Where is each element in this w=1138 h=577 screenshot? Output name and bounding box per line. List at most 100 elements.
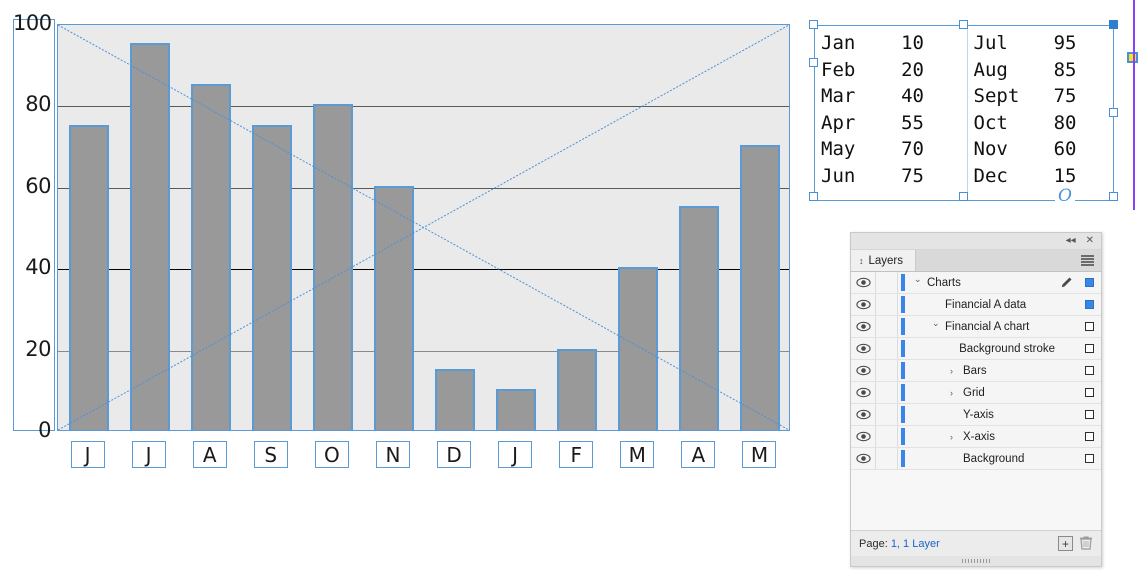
eye-icon[interactable] bbox=[851, 316, 876, 337]
x-axis-label-box[interactable]: F bbox=[559, 441, 594, 468]
bar[interactable] bbox=[190, 84, 231, 430]
layer-row[interactable]: ⌄ Charts bbox=[851, 272, 1101, 294]
x-axis-label-box[interactable]: J bbox=[70, 441, 105, 468]
layer-name-cell[interactable]: ⌄ Financial A chart bbox=[908, 321, 1055, 333]
layer-target-toggle[interactable] bbox=[1077, 278, 1101, 287]
handle-bottom-left[interactable] bbox=[809, 192, 818, 201]
layer-row[interactable]: Background bbox=[851, 448, 1101, 470]
bar[interactable] bbox=[312, 104, 353, 430]
layer-target-toggle[interactable] bbox=[1077, 454, 1101, 463]
layer-name-cell[interactable]: Background stroke bbox=[908, 343, 1055, 355]
layer-row[interactable]: ⌄ Financial A chart bbox=[851, 316, 1101, 338]
layer-row[interactable]: Financial A data bbox=[851, 294, 1101, 316]
layer-row[interactable]: Background stroke bbox=[851, 338, 1101, 360]
layer-target-toggle[interactable] bbox=[1077, 344, 1101, 353]
lock-toggle-cell[interactable] bbox=[876, 316, 898, 337]
layer-target-toggle[interactable] bbox=[1077, 300, 1101, 309]
chevron-right-icon[interactable]: › bbox=[950, 388, 959, 398]
text-outport-icon[interactable]: O bbox=[1055, 186, 1075, 206]
trash-icon-svg bbox=[1080, 535, 1092, 550]
x-axis-labels-group[interactable]: JJASONDJFMAM bbox=[57, 441, 790, 471]
bar[interactable] bbox=[251, 124, 292, 430]
lock-toggle-cell[interactable] bbox=[876, 294, 898, 315]
bar[interactable] bbox=[618, 267, 659, 430]
layer-target-toggle[interactable] bbox=[1077, 366, 1101, 375]
eye-icon[interactable] bbox=[851, 426, 876, 447]
eye-icon[interactable] bbox=[851, 360, 876, 381]
chevron-down-icon[interactable]: ⌄ bbox=[932, 321, 941, 330]
layer-name-cell[interactable]: › X-axis bbox=[908, 431, 1055, 443]
layer-name-cell[interactable]: ⌄ Charts bbox=[908, 277, 1055, 289]
tab-layers[interactable]: ↕ Layers bbox=[851, 250, 917, 271]
x-axis-label-box[interactable]: J bbox=[131, 441, 166, 468]
eye-icon[interactable] bbox=[851, 294, 876, 315]
x-axis-label-box[interactable]: N bbox=[375, 441, 410, 468]
chart-plot-area[interactable] bbox=[57, 24, 790, 431]
collapse-panel-icon[interactable]: ◂◂ bbox=[1066, 236, 1076, 246]
chevron-right-icon[interactable]: › bbox=[950, 432, 959, 442]
x-axis-label-box[interactable]: A bbox=[681, 441, 716, 468]
layers-panel[interactable]: ◂◂ ✕ ↕ Layers ⌄ Charts Financial A data ⌄ Fi… bbox=[850, 232, 1102, 567]
panel-menu-icon[interactable] bbox=[1081, 255, 1094, 266]
layer-target-toggle[interactable] bbox=[1077, 322, 1101, 331]
lock-toggle-cell[interactable] bbox=[876, 360, 898, 381]
eye-icon[interactable] bbox=[851, 448, 876, 469]
x-axis-label-box[interactable]: D bbox=[437, 441, 472, 468]
layer-name-label: Charts bbox=[927, 276, 961, 289]
bar[interactable] bbox=[373, 185, 414, 430]
handle-bottom-right[interactable] bbox=[1109, 192, 1118, 201]
layer-row[interactable]: Y-axis bbox=[851, 404, 1101, 426]
layer-row[interactable]: › Grid bbox=[851, 382, 1101, 404]
handle-top-left[interactable] bbox=[809, 20, 818, 29]
layer-target-toggle[interactable] bbox=[1077, 388, 1101, 397]
eye-icon[interactable] bbox=[851, 382, 876, 403]
x-axis-label-box[interactable]: J bbox=[498, 441, 533, 468]
handle-bottom-center[interactable] bbox=[959, 192, 968, 201]
bar[interactable] bbox=[557, 348, 598, 430]
eye-icon[interactable] bbox=[851, 272, 876, 293]
close-panel-icon[interactable]: ✕ bbox=[1086, 236, 1094, 246]
lock-toggle-cell[interactable] bbox=[876, 404, 898, 425]
target-indicator bbox=[1084, 344, 1094, 353]
handle-middle-right[interactable] bbox=[1109, 108, 1118, 117]
layer-name-cell[interactable]: Background bbox=[908, 453, 1055, 465]
lock-toggle-cell[interactable] bbox=[876, 272, 898, 293]
trash-icon[interactable] bbox=[1079, 535, 1093, 553]
eye-icon[interactable] bbox=[851, 404, 876, 425]
bar[interactable] bbox=[68, 124, 109, 430]
x-axis-label-box[interactable]: O bbox=[314, 441, 349, 468]
x-axis-label-box[interactable]: M bbox=[620, 441, 655, 468]
layer-name-cell[interactable]: Financial A data bbox=[908, 299, 1055, 311]
chevron-right-icon[interactable]: › bbox=[950, 366, 959, 376]
bar[interactable] bbox=[496, 389, 537, 430]
handle-top-center[interactable] bbox=[959, 20, 968, 29]
layer-target-toggle[interactable] bbox=[1077, 410, 1101, 419]
layer-row[interactable]: › Bars bbox=[851, 360, 1101, 382]
panel-resize-grip[interactable] bbox=[851, 556, 1101, 566]
bar[interactable] bbox=[435, 368, 476, 430]
handle-top-right[interactable] bbox=[1109, 20, 1118, 29]
x-axis-label-box[interactable]: A bbox=[192, 441, 227, 468]
lock-toggle-cell[interactable] bbox=[876, 382, 898, 403]
pencil-icon[interactable] bbox=[1055, 276, 1077, 289]
bar[interactable] bbox=[740, 145, 781, 430]
bar[interactable] bbox=[679, 206, 720, 430]
layer-target-toggle[interactable] bbox=[1077, 432, 1101, 441]
lock-toggle-cell[interactable] bbox=[876, 448, 898, 469]
lock-toggle-cell[interactable] bbox=[876, 338, 898, 359]
financial-data-text-frame[interactable]: Jan 10 Feb 20 Mar 40 Apr 55 May 70 Jun 75 Jul… bbox=[814, 25, 1114, 201]
handle-inport[interactable] bbox=[809, 58, 818, 67]
x-axis-label-box[interactable]: M bbox=[742, 441, 777, 468]
lock-toggle-cell[interactable] bbox=[876, 426, 898, 447]
layer-name-cell[interactable]: › Grid bbox=[908, 387, 1055, 399]
layer-color-swatch bbox=[901, 340, 905, 357]
chevron-down-icon[interactable]: ⌄ bbox=[914, 277, 923, 286]
layer-name-cell[interactable]: Y-axis bbox=[908, 409, 1055, 421]
eye-icon[interactable] bbox=[851, 338, 876, 359]
x-axis-label-box[interactable]: S bbox=[253, 441, 288, 468]
y-axis-labels-group[interactable]: 100 80 60 40 20 0 bbox=[13, 13, 55, 441]
layer-row[interactable]: › X-axis bbox=[851, 426, 1101, 448]
bar[interactable] bbox=[129, 43, 170, 430]
layer-name-cell[interactable]: › Bars bbox=[908, 365, 1055, 377]
add-layer-button[interactable]: + bbox=[1058, 536, 1073, 551]
